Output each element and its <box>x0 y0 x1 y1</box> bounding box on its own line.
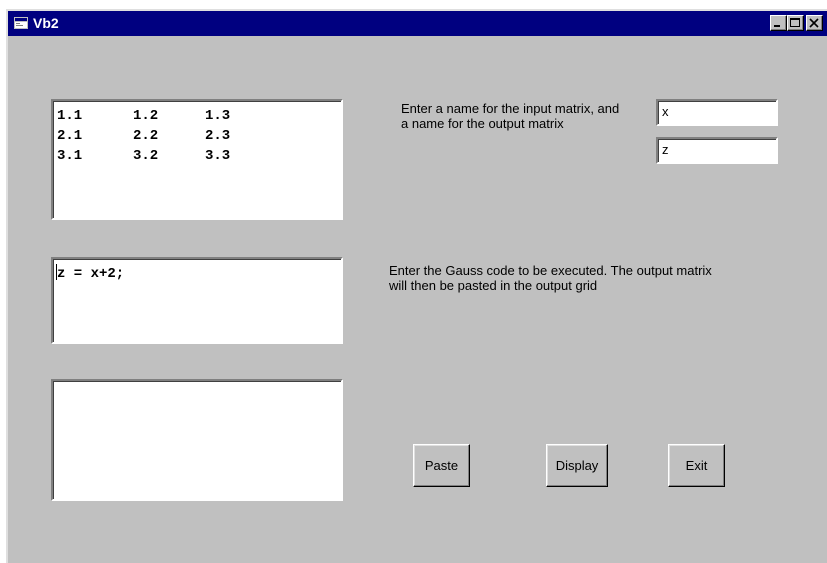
input-name-field[interactable]: x <box>656 99 778 126</box>
grid-cell[interactable]: 3.1 <box>57 146 82 166</box>
output-name-field[interactable]: z <box>656 137 778 164</box>
grid-cell[interactable]: 1.3 <box>205 106 230 126</box>
grid-row: 1.1 1.2 1.3 <box>57 106 337 126</box>
window-title: Vb2 <box>33 15 59 31</box>
paste-button[interactable]: Paste <box>413 444 470 487</box>
vb2-window: Vb2 1.1 1.2 1.3 2.1 2.2 2.3 3.1 3.2 3.3 … <box>6 9 827 563</box>
minimize-button[interactable] <box>770 15 787 31</box>
code-text: z = x+2; <box>57 266 125 282</box>
display-button[interactable]: Display <box>546 444 608 487</box>
grid-cell[interactable]: 2.2 <box>133 126 158 146</box>
grid-row: 2.1 2.2 2.3 <box>57 126 337 146</box>
minimize-icon <box>774 25 780 27</box>
close-button[interactable] <box>806 15 823 31</box>
input-grid[interactable]: 1.1 1.2 1.3 2.1 2.2 2.3 3.1 3.2 3.3 <box>51 99 343 220</box>
grid-cell[interactable]: 3.2 <box>133 146 158 166</box>
close-icon <box>809 18 819 28</box>
grid-cell[interactable]: 2.1 <box>57 126 82 146</box>
exit-button[interactable]: Exit <box>668 444 725 487</box>
grid-cell[interactable]: 1.2 <box>133 106 158 126</box>
app-form-icon <box>14 17 28 29</box>
output-grid[interactable] <box>51 379 343 501</box>
code-editor[interactable]: z = x+2; <box>51 257 343 344</box>
grid-cell[interactable]: 3.3 <box>205 146 230 166</box>
maximize-button[interactable] <box>787 15 804 31</box>
maximize-icon <box>790 18 800 27</box>
output-name-value: z <box>662 142 669 157</box>
grid-cell[interactable]: 1.1 <box>57 106 82 126</box>
grid-row: 3.1 3.2 3.3 <box>57 146 337 166</box>
code-instruction: Enter the Gauss code to be executed. The… <box>389 263 712 293</box>
title-bar[interactable]: Vb2 <box>8 11 827 36</box>
names-instruction: Enter a name for the input matrix, and a… <box>401 101 620 131</box>
input-name-value: x <box>662 104 669 119</box>
grid-cell[interactable]: 2.3 <box>205 126 230 146</box>
